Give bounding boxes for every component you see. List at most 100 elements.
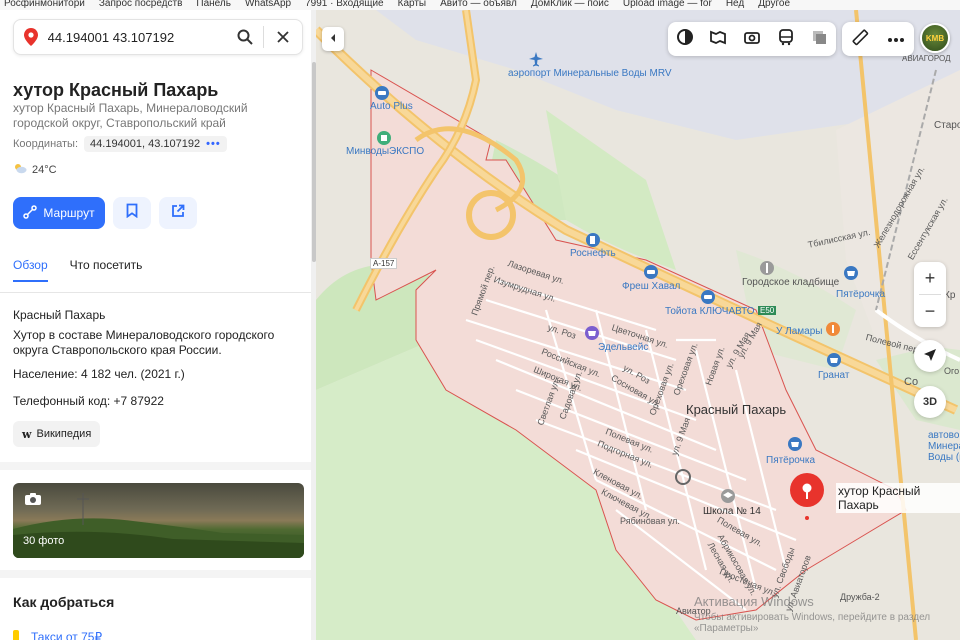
cemetery-icon[interactable] [759, 260, 775, 276]
coordinates-value[interactable]: 44.194001, 43.107192 ••• [84, 136, 227, 152]
pyaterochka-label[interactable]: Пятёрочка [766, 455, 815, 466]
taxi-label: Такси от 75₽ [31, 630, 103, 640]
tabs-divider [0, 292, 311, 293]
tab-what-to-visit[interactable]: Что посетить [70, 258, 143, 282]
car-service-icon[interactable] [374, 85, 390, 101]
3d-button[interactable]: 3D [914, 386, 946, 418]
bookmark-item[interactable]: ДомКлик — поис [531, 0, 609, 10]
bookmarks-bar: Росфинмонитори Запрос посредств Панель What… [0, 0, 960, 10]
bookmark-item[interactable]: Другое [758, 0, 790, 10]
photo-count: 30 фото [23, 535, 65, 547]
airport-label[interactable]: аэропорт Минеральные Воды MRV [508, 68, 672, 79]
share-button[interactable] [159, 197, 197, 229]
toyota-label[interactable]: Тойота КЛЮЧАВТО [665, 306, 755, 317]
taxi-icon [13, 630, 19, 640]
shop-icon[interactable] [826, 352, 842, 368]
expo-label[interactable]: МинводыЭКСПО [346, 146, 424, 157]
car-dealer-icon[interactable] [700, 289, 716, 305]
school-label[interactable]: Школа № 14 [703, 506, 761, 517]
wikipedia-icon: w [22, 427, 32, 441]
bookmark-item[interactable]: Панель [196, 0, 231, 10]
search-box[interactable] [13, 19, 303, 55]
district-label: АВИАГОРОД [902, 54, 951, 63]
airport-icon[interactable] [528, 51, 544, 67]
place-circle-icon[interactable] [674, 468, 692, 486]
shop-icon[interactable] [843, 265, 859, 281]
zoom-out-button[interactable]: − [914, 295, 946, 327]
bookmark-item[interactable]: Росфинмонитори [4, 0, 85, 10]
street-label: Рябиновая ул. [620, 516, 680, 526]
shop-icon[interactable] [787, 436, 803, 452]
camera-icon[interactable] [743, 28, 761, 51]
coordinates-row: Координаты: 44.194001, 43.107192 ••• [13, 136, 227, 152]
place-panel: хутор Красный Пахарь хутор Красный Пахар… [0, 10, 316, 640]
school-icon[interactable] [720, 488, 736, 504]
bookmark-item[interactable]: Запрос посредств [99, 0, 183, 10]
bookmark-item[interactable]: Нед [726, 0, 744, 10]
autoplus-label[interactable]: Auto Plus [370, 101, 413, 112]
fresh-label[interactable]: Фреш Хавал [622, 281, 680, 292]
bookmark-item[interactable]: Карты [398, 0, 427, 10]
route-label: Маршрут [43, 206, 95, 220]
collapse-panel-button[interactable] [322, 27, 344, 51]
weather-icon [13, 162, 27, 177]
ruler-icon[interactable] [851, 28, 869, 51]
population: Население: 4 182 чел. (2021 г.) [13, 367, 185, 381]
section-divider [0, 570, 311, 578]
map-view[interactable]: аэропорт Минеральные Воды MRV Auto Plus … [316, 10, 960, 640]
search-icon[interactable] [226, 20, 264, 54]
zoom-in-button[interactable]: + [914, 262, 946, 294]
taxi-option[interactable]: Такси от 75₽ [13, 630, 102, 640]
panorama-icon[interactable] [709, 28, 727, 51]
road-e50-label: Е50 [758, 306, 777, 315]
more-icon[interactable]: ••• [206, 138, 221, 150]
navigation-arrow-icon [923, 348, 937, 365]
transit-icon[interactable] [777, 28, 795, 51]
car-dealer-icon[interactable] [643, 264, 659, 280]
chevron-left-icon [329, 30, 337, 48]
search-input[interactable] [47, 29, 226, 45]
edelweiss-label[interactable]: Эдельвейс [598, 342, 648, 353]
windows-activation-title: Активация Windows [694, 594, 814, 609]
wikipedia-link[interactable]: w Википедия [13, 421, 101, 447]
food-icon[interactable] [825, 321, 841, 337]
rosneft-label[interactable]: Роснефть [570, 248, 616, 259]
layers-icon[interactable] [810, 28, 828, 51]
coordinates-text: 44.194001, 43.107192 [90, 138, 201, 150]
marker-label[interactable]: хутор Красный Пахарь [836, 483, 960, 513]
village-label: Красный Пахарь [686, 402, 787, 417]
tab-overview[interactable]: Обзор [13, 258, 48, 282]
bookmark-item[interactable]: Авито — объявл [440, 0, 517, 10]
photo-gallery[interactable]: 30 фото [13, 483, 304, 558]
road-a157-label: А-157 [370, 258, 398, 269]
location-pin-icon [14, 28, 48, 46]
bus-station-label[interactable]: автовокзал Минеральные Воды (н [928, 430, 960, 463]
gas-station-icon[interactable] [585, 232, 601, 248]
temperature: 24°C [32, 163, 57, 176]
expo-icon[interactable] [376, 130, 392, 146]
selected-place-marker[interactable] [787, 472, 827, 529]
share-icon [171, 204, 185, 223]
bookmark-item[interactable]: WhatsApp [245, 0, 291, 10]
user-avatar[interactable]: KMB [920, 23, 950, 53]
map-style-icon[interactable] [676, 28, 694, 51]
granat-label[interactable]: Гранат [818, 370, 849, 381]
bookmark-button[interactable] [113, 197, 151, 229]
street-label: Старо [934, 120, 960, 131]
route-icon [23, 204, 38, 222]
how-to-get-title: Как добраться [13, 594, 115, 610]
close-icon[interactable] [264, 20, 302, 54]
shop-icon[interactable] [584, 325, 600, 341]
my-location-button[interactable] [914, 340, 946, 372]
cemetery-label[interactable]: Городское кладбище [742, 277, 839, 288]
lamary-label[interactable]: У Ламары [776, 326, 822, 337]
section-divider [0, 462, 311, 470]
street-label: Ого [944, 366, 960, 376]
route-button[interactable]: Маршрут [13, 197, 105, 229]
place-address: хутор Красный Пахарь, Минераловодский го… [13, 101, 248, 130]
camera-icon [24, 492, 42, 511]
pyaterochka-label[interactable]: Пятёрочка [836, 289, 885, 300]
bookmark-item[interactable]: Upload image — for [623, 0, 712, 10]
bookmark-item[interactable]: 7991 · Входящие [305, 0, 384, 10]
more-menu-icon[interactable] [887, 30, 905, 48]
